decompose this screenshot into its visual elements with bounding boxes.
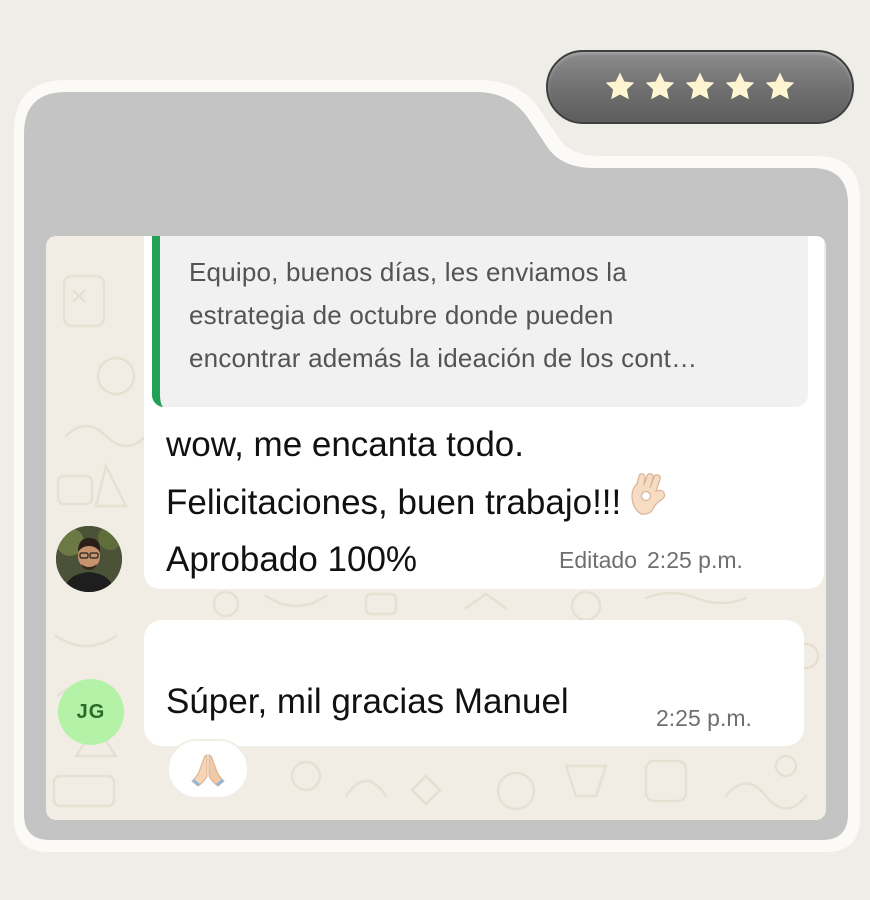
quoted-line: estrategia de octubre donde pueden [189,300,614,330]
star-icon [605,72,635,100]
star-icon [765,72,795,100]
message-meta: Editado 2:25 p.m. [559,547,743,574]
message-text: Súper, mil gracias Manuel [166,682,569,721]
star-icon [645,72,675,100]
avatar-initials[interactable]: JG [58,679,124,745]
message-line-row: Felicitaciones, buen trabajo!!! [166,472,669,532]
profile-photo-icon [56,526,122,592]
message-time: 2:25 p.m. [647,547,743,573]
folded-hands-icon [191,754,225,787]
reaction-badge[interactable] [167,739,249,799]
message-time: 2:25 p.m. [656,705,752,731]
message-line: wow, me encanta todo. [166,425,524,464]
avatar[interactable] [56,526,122,592]
quoted-line: Equipo, buenos días, les enviamos la [189,257,627,287]
star-icon [685,72,715,100]
rating-badge [546,50,854,124]
ok-hand-icon [629,472,669,532]
edited-label: Editado [559,547,638,573]
message-line: Felicitaciones, buen trabajo!!! [166,482,622,522]
quoted-line: encontrar además la ideación de los cont… [189,343,698,373]
quoted-message[interactable]: Equipo, buenos días, les enviamos la est… [152,236,808,407]
star-icon [725,72,755,100]
chat-window[interactable]: Equipo, buenos días, les enviamos la est… [46,236,826,820]
